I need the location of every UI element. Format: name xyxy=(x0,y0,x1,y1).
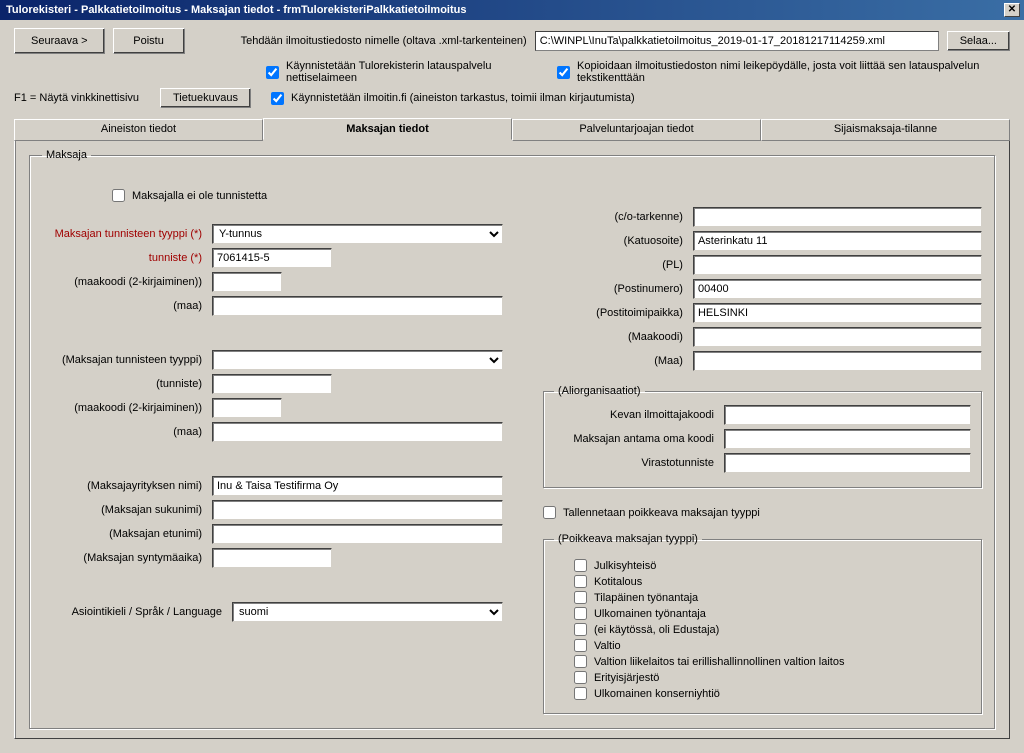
cb-julkisyhteiso[interactable]: Julkisyhteisö xyxy=(574,559,971,572)
input-maa-r[interactable] xyxy=(693,351,982,371)
input-ptp[interactable] xyxy=(693,303,982,323)
lbl-maa2: (maa) xyxy=(42,426,212,438)
tab-maksajan-tiedot[interactable]: Maksajan tiedot xyxy=(263,118,512,140)
input-tunniste[interactable] xyxy=(212,248,332,268)
lbl-maakoodi2: (maakoodi (2-kirjaiminen)) xyxy=(42,276,212,288)
window-titlebar: Tulorekisteri - Palkkatietoilmoitus - Ma… xyxy=(0,0,1024,20)
tab-aineiston-tiedot[interactable]: Aineiston tiedot xyxy=(14,119,263,141)
tab-panel: Maksaja Maksajalla ei ole tunnistetta Ma… xyxy=(14,139,1010,739)
maksaja-legend: Maksaja xyxy=(42,149,91,161)
tab-sijaismaksaja[interactable]: Sijaismaksaja-tilanne xyxy=(761,119,1010,141)
file-label: Tehdään ilmoitustiedosto nimelle (oltava… xyxy=(241,35,527,47)
cb-ulkomainen-konserni[interactable]: Ulkomainen konserniyhtiö xyxy=(574,687,971,700)
lbl-tunniste: tunniste (*) xyxy=(42,252,212,264)
input-oma[interactable] xyxy=(724,429,971,449)
input-virasto[interactable] xyxy=(724,453,971,473)
lbl-oma: Maksajan antama oma koodi xyxy=(554,433,724,445)
lbl-pl: (PL) xyxy=(543,259,693,271)
lbl-id-type: Maksajan tunnisteen tyyppi (*) xyxy=(42,228,212,240)
lbl-ptp: (Postitoimipaikka) xyxy=(543,307,693,319)
lbl-keva: Kevan ilmoittajakoodi xyxy=(554,409,724,421)
file-path-input[interactable] xyxy=(535,31,939,51)
tietuekuvaus-button[interactable]: Tietuekuvaus xyxy=(160,88,251,108)
f1-hint: F1 = Näytä vinkkinettisivu xyxy=(14,92,144,104)
tab-bar: Aineiston tiedot Maksajan tiedot Palvelu… xyxy=(14,118,1010,140)
input-maakoodi-r[interactable] xyxy=(693,327,982,347)
input-co[interactable] xyxy=(693,207,982,227)
tab-palveluntarjoajan-tiedot[interactable]: Palveluntarjoajan tiedot xyxy=(512,119,761,141)
browse-button[interactable]: Selaa... xyxy=(947,31,1010,51)
next-button[interactable]: Seuraava > xyxy=(14,28,105,54)
lbl-co: (c/o-tarkenne) xyxy=(543,211,693,223)
lbl-kieli: Asiointikieli / Språk / Language xyxy=(42,606,232,618)
input-maakoodi2[interactable] xyxy=(212,272,282,292)
lbl-syntyma: (Maksajan syntymäaika) xyxy=(42,552,212,564)
lbl-yritys: (Maksajayrityksen nimi) xyxy=(42,480,212,492)
select-id-type2[interactable] xyxy=(212,350,503,370)
aliorg-fieldset: (Aliorganisaatiot) Kevan ilmoittajakoodi… xyxy=(543,385,982,488)
cb-tilapainen[interactable]: Tilapäinen työnantaja xyxy=(574,591,971,604)
lbl-postinro: (Postinumero) xyxy=(543,283,693,295)
maksaja-fieldset: Maksaja Maksajalla ei ole tunnistetta Ma… xyxy=(29,149,995,729)
lbl-katu: (Katuosoite) xyxy=(543,235,693,247)
input-sukunimi[interactable] xyxy=(212,500,503,520)
select-language[interactable]: suomi xyxy=(232,602,503,622)
cb-kotitalous[interactable]: Kotitalous xyxy=(574,575,971,588)
input-pl[interactable] xyxy=(693,255,982,275)
close-icon[interactable]: ✕ xyxy=(1004,3,1020,17)
input-syntyma[interactable] xyxy=(212,548,332,568)
lbl-sukunimi: (Maksajan sukunimi) xyxy=(42,504,212,516)
exit-button[interactable]: Poistu xyxy=(113,28,185,54)
input-tunniste2[interactable] xyxy=(212,374,332,394)
input-postinro[interactable] xyxy=(693,279,982,299)
lbl-id-type2: (Maksajan tunnisteen tyyppi) xyxy=(42,354,212,366)
cb-no-identifier[interactable]: Maksajalla ei ole tunnistetta xyxy=(112,189,267,202)
cb-save-poikkeava[interactable]: Tallennetaan poikkeava maksajan tyyppi xyxy=(543,506,982,519)
poikkeava-fieldset: (Poikkeava maksajan tyyppi) Julkisyhteis… xyxy=(543,533,982,714)
input-yritys[interactable] xyxy=(212,476,503,496)
header-area: Seuraava > Poistu Tehdään ilmoitustiedos… xyxy=(0,20,1024,112)
select-id-type[interactable]: Y-tunnus xyxy=(212,224,503,244)
cb-copy-clipboard[interactable]: Kopioidaan ilmoitustiedoston nimi leikep… xyxy=(557,60,1010,84)
cb-edustaja[interactable]: (ei käytössä, oli Edustaja) xyxy=(574,623,971,636)
lbl-tunniste2: (tunniste) xyxy=(42,378,212,390)
lbl-maakoodi2b: (maakoodi (2-kirjaiminen)) xyxy=(42,402,212,414)
poikkeava-legend: (Poikkeava maksajan tyyppi) xyxy=(554,533,702,545)
input-keva[interactable] xyxy=(724,405,971,425)
lbl-maa-r: (Maa) xyxy=(543,355,693,367)
window-title: Tulorekisteri - Palkkatietoilmoitus - Ma… xyxy=(4,4,1004,16)
lbl-maakoodi: (Maakoodi) xyxy=(543,331,693,343)
cb-valtion-liikelaitos[interactable]: Valtion liikelaitos tai erillishallinnol… xyxy=(574,655,971,668)
cb-valtio[interactable]: Valtio xyxy=(574,639,971,652)
cb-erityisjarjesto[interactable]: Erityisjärjestö xyxy=(574,671,971,684)
aliorg-legend: (Aliorganisaatiot) xyxy=(554,385,645,397)
input-maakoodi2b[interactable] xyxy=(212,398,282,418)
input-maa2[interactable] xyxy=(212,422,503,442)
input-katu[interactable] xyxy=(693,231,982,251)
input-maa[interactable] xyxy=(212,296,503,316)
cb-ulkomainen-tyonantaja[interactable]: Ulkomainen työnantaja xyxy=(574,607,971,620)
lbl-maa: (maa) xyxy=(42,300,212,312)
cb-launch-ilmoitin[interactable]: Käynnistetään ilmoitin.fi (aineiston tar… xyxy=(271,92,635,105)
lbl-etunimi: (Maksajan etunimi) xyxy=(42,528,212,540)
input-etunimi[interactable] xyxy=(212,524,503,544)
cb-launch-upload[interactable]: Käynnistetään Tulorekisterin latauspalve… xyxy=(266,60,541,84)
lbl-virasto: Virastotunniste xyxy=(554,457,724,469)
